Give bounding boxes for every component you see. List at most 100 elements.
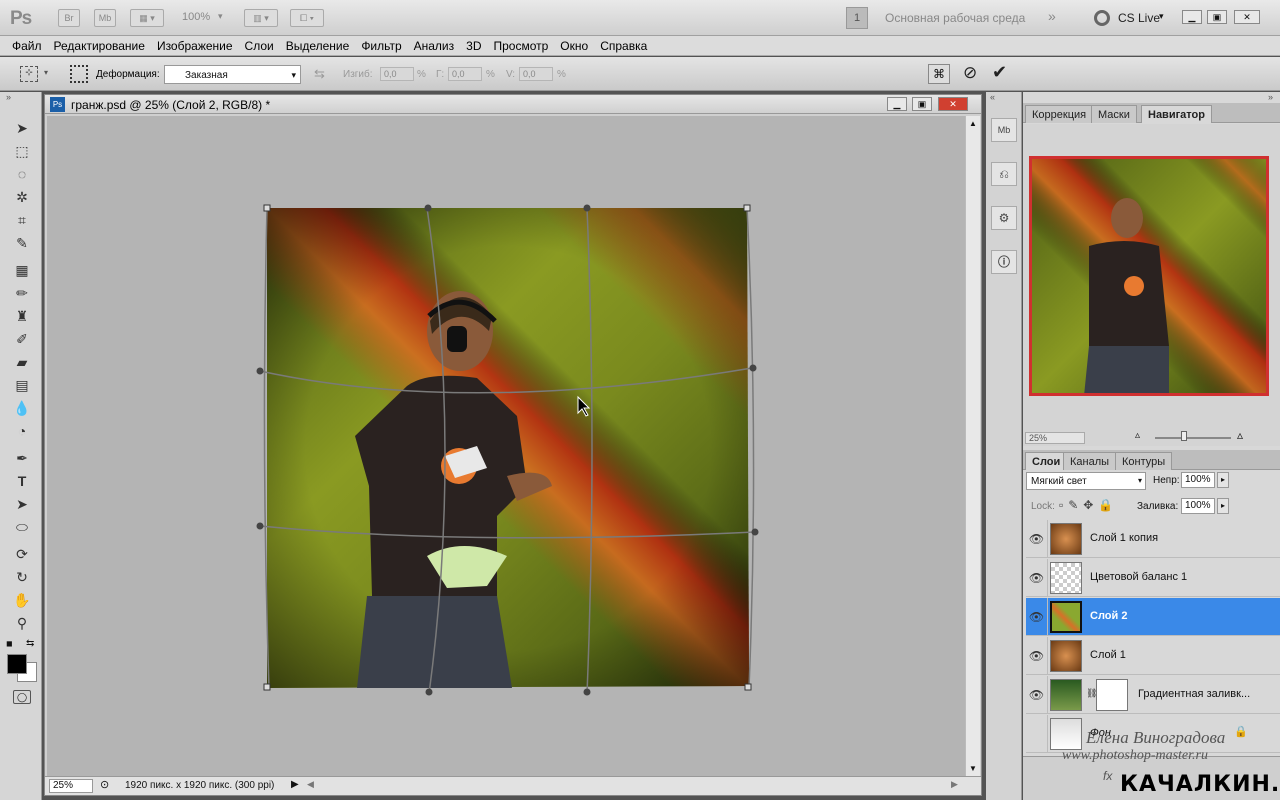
menu-analysis[interactable]: Анализ bbox=[408, 36, 461, 56]
scroll-down-icon[interactable]: ▼ bbox=[969, 764, 977, 773]
default-colors-icon[interactable]: ◼ bbox=[6, 639, 13, 648]
3d-orbit-tool-icon[interactable]: ↻ bbox=[11, 567, 33, 587]
restore-document-button[interactable]: ▣ bbox=[912, 97, 932, 111]
eyedropper-tool-icon[interactable]: ✎ bbox=[11, 233, 33, 253]
info-icon[interactable]: ⓘ bbox=[991, 250, 1017, 274]
blend-mode-select[interactable]: Мягкий свет ▾ bbox=[1026, 472, 1146, 490]
close-app-button[interactable]: ✕ bbox=[1234, 10, 1260, 24]
view-extras-menu[interactable]: ▦ ▾ bbox=[130, 9, 164, 27]
cancel-transform-icon[interactable]: ⊘ bbox=[963, 63, 977, 83]
healing-brush-tool-icon[interactable]: ▦ bbox=[11, 260, 33, 280]
crop-tool-icon[interactable]: ⌗ bbox=[11, 210, 33, 230]
gradient-tool-icon[interactable]: ▤ bbox=[11, 375, 33, 395]
layer-row[interactable]: 👁 Слой 1 копия bbox=[1026, 520, 1280, 558]
h-distortion-field[interactable]: 0,0 bbox=[448, 67, 482, 81]
eye-icon[interactable]: 👁 bbox=[1026, 520, 1048, 558]
foreground-color-swatch[interactable] bbox=[7, 654, 27, 674]
lock-icons[interactable]: ▫✎✥🔒 bbox=[1059, 498, 1118, 512]
hscroll-left-icon[interactable]: ◀ bbox=[307, 779, 314, 790]
zoom-tool-icon[interactable]: ⚲ bbox=[11, 613, 33, 633]
hand-tool-icon[interactable]: ✋ bbox=[11, 590, 33, 610]
navigator-zoom-thumb[interactable] bbox=[1181, 431, 1187, 441]
document-tab[interactable]: Ps гранж.psd @ 25% (Слой 2, RGB/8) * ▁ ▣… bbox=[45, 95, 981, 114]
lasso-tool-icon[interactable]: ◌ bbox=[11, 164, 33, 184]
tool-preset-icon[interactable]: ⊹ bbox=[20, 66, 38, 82]
zoom-dropdown-icon[interactable]: ▾ bbox=[218, 11, 223, 22]
swap-colors-icon[interactable]: ⇆ bbox=[26, 638, 34, 649]
type-tool-icon[interactable]: T bbox=[11, 471, 33, 491]
minimize-app-button[interactable]: ▁ bbox=[1182, 10, 1202, 24]
layer-row[interactable]: 👁 ⛓ Градиентная заливк... bbox=[1026, 676, 1280, 714]
clone-stamp-tool-icon[interactable]: ♜ bbox=[11, 306, 33, 326]
scroll-up-icon[interactable]: ▲ bbox=[969, 119, 977, 128]
opacity-field[interactable]: 100% bbox=[1181, 472, 1215, 488]
document-info-icon[interactable]: ⊙ bbox=[100, 778, 109, 791]
menu-file[interactable]: Файл bbox=[6, 36, 48, 56]
menu-window[interactable]: Окно bbox=[554, 36, 594, 56]
eye-icon[interactable]: 👁 bbox=[1026, 715, 1048, 753]
tab-adjustments[interactable]: Коррекция bbox=[1025, 105, 1094, 123]
zoom-out-icon[interactable]: ▵ bbox=[1135, 430, 1140, 441]
mini-bridge-icon[interactable]: Mb bbox=[991, 118, 1017, 142]
navigator-preview[interactable] bbox=[1029, 156, 1269, 396]
cs-live-menu[interactable]: CS Live bbox=[1118, 11, 1160, 25]
move-tool-icon[interactable]: ➤ bbox=[11, 118, 33, 138]
zoom-field[interactable]: 25% bbox=[49, 779, 93, 793]
history-icon[interactable]: ⎌ bbox=[991, 162, 1017, 186]
marquee-tool-icon[interactable]: ⬚ bbox=[11, 141, 33, 161]
bridge-button[interactable]: Br bbox=[58, 9, 80, 27]
vertical-scrollbar[interactable]: ▲ ▼ bbox=[965, 116, 980, 776]
cs-live-icon[interactable] bbox=[1094, 10, 1110, 26]
navigator-zoom-slider[interactable] bbox=[1155, 437, 1231, 439]
menu-image[interactable]: Изображение bbox=[151, 36, 239, 56]
tab-navigator[interactable]: Навигатор bbox=[1141, 105, 1212, 123]
collapse-panels-icon[interactable]: » bbox=[1268, 92, 1273, 102]
tab-masks[interactable]: Маски bbox=[1091, 105, 1137, 123]
fx-icon[interactable]: fx bbox=[1103, 769, 1112, 783]
eye-icon[interactable]: 👁 bbox=[1026, 676, 1048, 714]
tab-layers[interactable]: Слои bbox=[1025, 452, 1068, 470]
bend-field[interactable]: 0,0 bbox=[380, 67, 414, 81]
deform-style-select[interactable]: Заказная ▾ bbox=[164, 65, 301, 84]
workspace-name[interactable]: Основная рабочая среда bbox=[885, 11, 1025, 25]
tool-preset-dropdown-icon[interactable]: ▾ bbox=[44, 68, 48, 77]
restore-app-button[interactable]: ▣ bbox=[1207, 10, 1227, 24]
layer-row[interactable]: 👁 Цветовой баланс 1 bbox=[1026, 559, 1280, 597]
fill-field[interactable]: 100% bbox=[1181, 498, 1215, 514]
fill-dropdown-icon[interactable]: ▸ bbox=[1217, 498, 1229, 514]
navigator-zoom-field[interactable]: 25% bbox=[1025, 432, 1085, 444]
arrange-documents-menu[interactable]: ▥ ▾ bbox=[244, 9, 278, 27]
3d-rotate-tool-icon[interactable]: ⟳ bbox=[11, 544, 33, 564]
eye-icon[interactable]: 👁 bbox=[1026, 598, 1048, 636]
collapse-toolbox-icon[interactable]: » bbox=[6, 92, 11, 102]
layer-row[interactable]: 👁 Слой 1 bbox=[1026, 637, 1280, 675]
pen-tool-icon[interactable]: ✒ bbox=[11, 448, 33, 468]
path-selection-tool-icon[interactable]: ➤ bbox=[11, 494, 33, 514]
opacity-dropdown-icon[interactable]: ▸ bbox=[1217, 472, 1229, 488]
canvas-area[interactable] bbox=[47, 116, 978, 776]
quick-mask-icon[interactable]: ◯ bbox=[13, 690, 31, 704]
switch-transform-mode-icon[interactable]: ⌘ bbox=[928, 64, 950, 84]
status-menu-icon[interactable]: ▶ bbox=[291, 779, 299, 790]
zoom-level[interactable]: 100% bbox=[182, 11, 210, 23]
history-brush-tool-icon[interactable]: ✐ bbox=[11, 329, 33, 349]
eraser-tool-icon[interactable]: ▰ bbox=[11, 352, 33, 372]
warped-image[interactable] bbox=[47, 116, 965, 776]
layer-row[interactable]: 👁 Слой 2 bbox=[1026, 598, 1280, 636]
menu-filter[interactable]: Фильтр bbox=[355, 36, 407, 56]
change-orientation-icon[interactable]: ⇆ bbox=[314, 66, 325, 82]
expand-dock-icon[interactable]: « bbox=[990, 92, 995, 102]
workspace-number[interactable]: 1 bbox=[846, 7, 868, 29]
mini-bridge-button[interactable]: Mb bbox=[94, 9, 116, 27]
tab-channels[interactable]: Каналы bbox=[1063, 452, 1117, 470]
actions-icon[interactable]: ⚙ bbox=[991, 206, 1017, 230]
blur-tool-icon[interactable]: 💧 bbox=[11, 398, 33, 418]
cs-live-dropdown-icon[interactable]: ▾ bbox=[1159, 11, 1164, 22]
shape-tool-icon[interactable]: ⬭ bbox=[11, 517, 33, 537]
hscroll-right-icon[interactable]: ▶ bbox=[951, 779, 958, 790]
v-distortion-field[interactable]: 0,0 bbox=[519, 67, 553, 81]
quick-select-tool-icon[interactable]: ✲ bbox=[11, 187, 33, 207]
tab-paths[interactable]: Контуры bbox=[1115, 452, 1173, 470]
brush-tool-icon[interactable]: ✏ bbox=[11, 283, 33, 303]
zoom-in-icon[interactable]: ▵ bbox=[1237, 428, 1243, 442]
